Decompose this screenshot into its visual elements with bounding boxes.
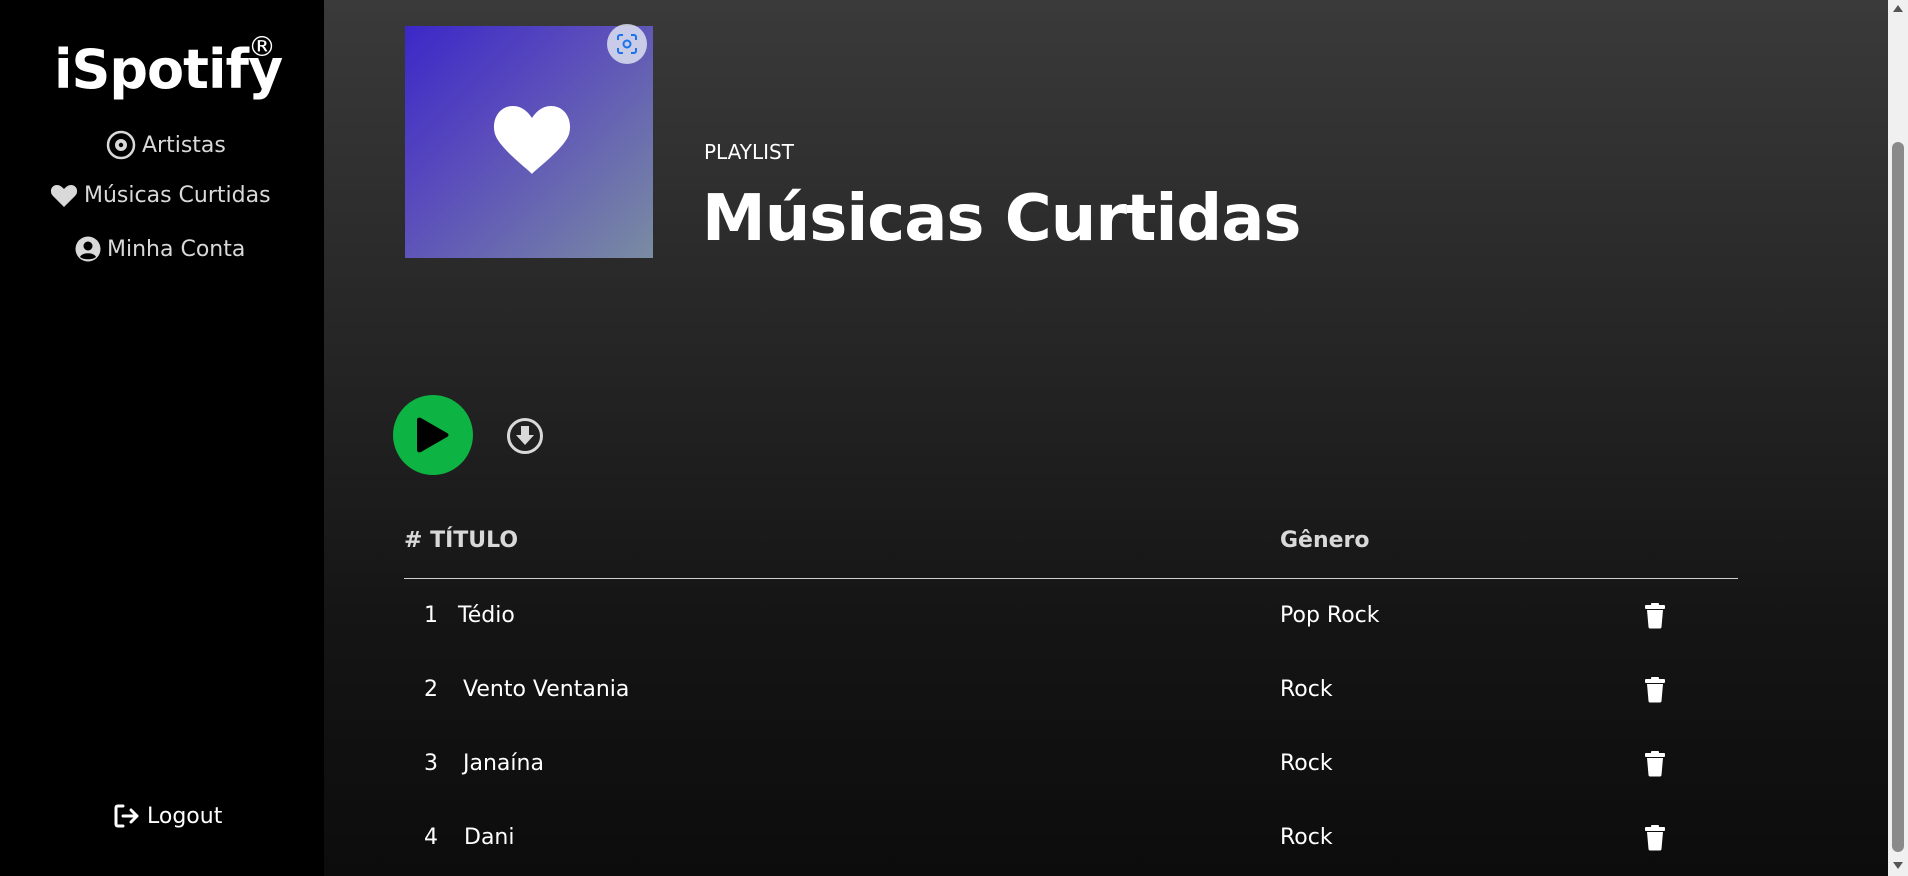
image-search-button[interactable] — [607, 24, 647, 64]
logout-icon — [114, 804, 139, 828]
scrollbar-thumb[interactable] — [1892, 142, 1904, 852]
play-button[interactable] — [393, 395, 473, 475]
play-icon — [417, 417, 449, 453]
heart-icon — [50, 184, 78, 207]
registered-mark: ® — [248, 30, 276, 63]
table-row[interactable]: 1 Tédio Pop Rock — [404, 603, 1738, 663]
track-title: Janaína — [463, 751, 544, 776]
sidebar-item-artistas[interactable]: Artistas — [106, 130, 226, 160]
download-icon — [507, 418, 543, 454]
sidebar-item-label: Minha Conta — [107, 236, 246, 262]
playlist-type-label: PLAYLIST — [704, 140, 794, 164]
track-genre: Rock — [1280, 677, 1333, 702]
sidebar-item-musicas-curtidas[interactable]: Músicas Curtidas — [50, 183, 271, 208]
scroll-down-arrow-icon[interactable] — [1893, 862, 1903, 869]
logout-button[interactable]: Logout — [113, 803, 222, 829]
heart-icon — [493, 106, 571, 174]
vinyl-icon — [106, 130, 136, 160]
track-number: 1 — [424, 603, 438, 628]
page-title: Músicas Curtidas — [702, 182, 1301, 256]
trash-icon[interactable] — [1644, 751, 1666, 777]
column-header-genre: Gênero — [1280, 528, 1370, 553]
track-genre: Pop Rock — [1280, 603, 1380, 628]
download-button[interactable] — [506, 417, 544, 459]
sidebar-item-minha-conta[interactable]: Minha Conta — [75, 236, 245, 262]
track-number: 3 — [424, 751, 438, 776]
table-row[interactable]: 4 Dani Rock — [404, 825, 1738, 876]
scroll-up-arrow-icon[interactable] — [1893, 5, 1903, 12]
logout-label: Logout — [147, 803, 223, 829]
table-row[interactable]: 3 Janaína Rock — [404, 751, 1738, 811]
sidebar: iSpotify ® Artistas Músicas Curtidas Min… — [0, 0, 324, 876]
column-header-title: # TÍTULO — [404, 528, 519, 553]
trash-icon[interactable] — [1644, 825, 1666, 851]
sidebar-item-label: Artistas — [142, 132, 226, 158]
table-row[interactable]: 2 Vento Ventania Rock — [404, 677, 1738, 737]
track-number: 2 — [424, 677, 438, 702]
sidebar-item-label: Músicas Curtidas — [84, 183, 271, 208]
user-circle-icon — [75, 236, 101, 262]
track-genre: Rock — [1280, 751, 1333, 776]
trash-icon[interactable] — [1644, 603, 1666, 629]
track-title: Dani — [464, 825, 515, 850]
track-title: Tédio — [458, 603, 515, 628]
trash-icon[interactable] — [1644, 677, 1666, 703]
track-number: 4 — [424, 825, 438, 850]
track-genre: Rock — [1280, 825, 1333, 850]
track-title: Vento Ventania — [463, 677, 630, 702]
table-divider — [404, 578, 1738, 579]
lens-icon — [617, 34, 637, 54]
